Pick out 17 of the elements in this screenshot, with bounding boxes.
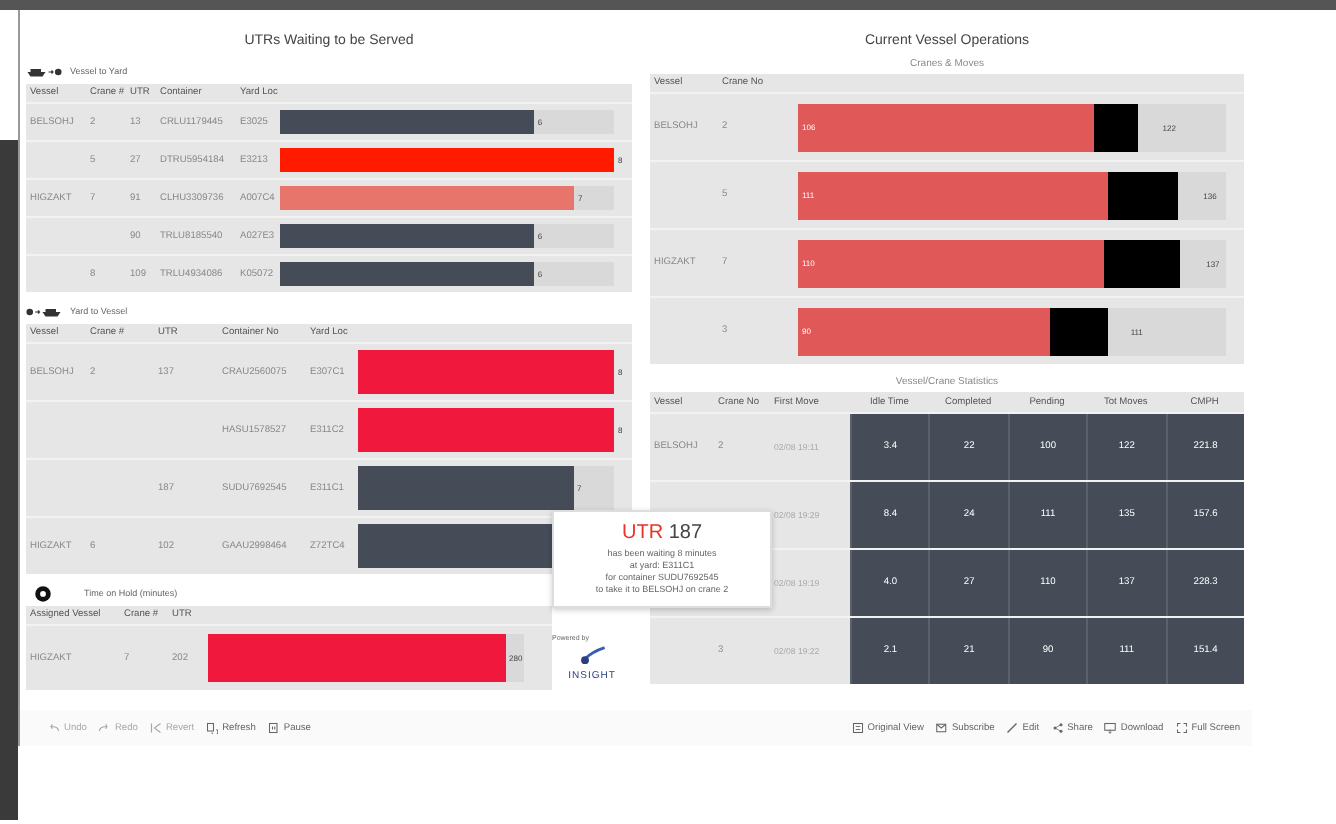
- envelope-icon: [935, 722, 948, 734]
- share-icon: [1051, 722, 1064, 734]
- fullscreen-icon: [1175, 722, 1188, 734]
- document-icon: [851, 722, 864, 734]
- tooltip-label: UTR: [621, 522, 664, 544]
- stopwatch-icon: [34, 583, 52, 601]
- redo-icon: [98, 722, 111, 734]
- ship-to-yard-icon: [26, 65, 62, 77]
- tooltip-number: 187: [668, 522, 703, 544]
- undo-icon: [48, 722, 60, 734]
- refresh-icon: [206, 722, 219, 734]
- pencil-icon: [1006, 722, 1019, 734]
- download-icon: [1104, 722, 1117, 734]
- comet-icon: [578, 646, 606, 666]
- pause-icon: [267, 722, 280, 734]
- revert-icon: [149, 722, 162, 734]
- yard-to-ship-icon: [26, 305, 62, 317]
